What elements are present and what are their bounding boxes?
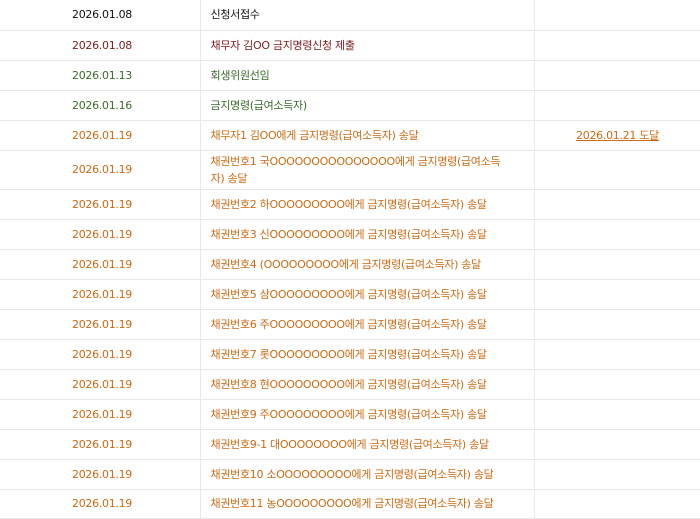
table-row: 2026.01.19 채권번호4 (OOOOOOOOO에게 금지명령(급여소득자)… [0, 249, 700, 280]
row-content: 채권번호6 주OOOOOOOOO에게 금지명령(급여소득자) 송달 [200, 309, 535, 340]
row-result [534, 60, 700, 91]
row-date: 2026.01.19 [0, 150, 201, 190]
row-date: 2026.01.19 [0, 189, 201, 220]
row-date: 2026.01.13 [0, 60, 201, 91]
case-progress-table: 2026.01.08 신청서접수 2026.01.08 채무자 김OO 금지명령신청 … [0, 0, 700, 519]
row-content: 채권번호10 소OOOOOOOOO에게 금지명령(급여소득자) 송달 [200, 459, 535, 490]
row-result [534, 459, 700, 490]
table-row: 2026.01.19 채권번호2 하OOOOOOOOO에게 금지명령(급여소득자)… [0, 189, 700, 220]
row-date: 2026.01.19 [0, 249, 201, 280]
row-result [534, 279, 700, 310]
row-date: 2026.01.19 [0, 369, 201, 400]
row-date: 2026.01.19 [0, 429, 201, 460]
table-row: 2026.01.19 채무자1 김OO에게 금지명령(급여소득자) 송달 2026.… [0, 120, 700, 151]
row-content: 채권번호4 (OOOOOOOOO에게 금지명령(급여소득자) 송달 [200, 249, 535, 280]
delivery-result-link[interactable]: 2026.01.21 도달 [576, 129, 659, 142]
row-result [534, 150, 700, 190]
row-date: 2026.01.19 [0, 309, 201, 340]
row-result [534, 309, 700, 340]
row-content: 채권번호9-1 대OOOOOOOO에게 금지명령(급여소득자) 송달 [200, 429, 535, 460]
row-content: 신청서접수 [200, 0, 535, 31]
row-content: 채권번호9 주OOOOOOOOO에게 금지명령(급여소득자) 송달 [200, 399, 535, 430]
table-row: 2026.01.19 채권번호6 주OOOOOOOOO에게 금지명령(급여소득자)… [0, 309, 700, 340]
row-content: 채권번호2 하OOOOOOOOO에게 금지명령(급여소득자) 송달 [200, 189, 535, 220]
row-content: 채무자1 김OO에게 금지명령(급여소득자) 송달 [200, 120, 535, 151]
row-content: 채권번호1 국OOOOOOOOOOOOOOO에게 금지명령(급여소득자) 송달 [200, 150, 535, 190]
table-row: 2026.01.19 채권번호11 농OOOOOOOOO에게 금지명령(급여소득자… [0, 489, 700, 519]
row-content: 채권번호11 농OOOOOOOOO에게 금지명령(급여소득자) 송달 [200, 489, 535, 519]
row-result [534, 399, 700, 430]
row-result [534, 90, 700, 121]
row-date: 2026.01.19 [0, 279, 201, 310]
row-result [534, 489, 700, 519]
table-row: 2026.01.19 채권번호10 소OOOOOOOOO에게 금지명령(급여소득자… [0, 459, 700, 490]
row-date: 2026.01.19 [0, 399, 201, 430]
row-content: 채권번호5 삼OOOOOOOOO에게 금지명령(급여소득자) 송달 [200, 279, 535, 310]
table-row: 2026.01.08 신청서접수 [0, 0, 700, 31]
row-content: 금지명령(급여소득자) [200, 90, 535, 121]
table-row: 2026.01.08 채무자 김OO 금지명령신청 제출 [0, 30, 700, 61]
row-date: 2026.01.19 [0, 339, 201, 370]
table-row: 2026.01.19 채권번호9 주OOOOOOOOO에게 금지명령(급여소득자)… [0, 399, 700, 430]
row-content: 채권번호3 신OOOOOOOOO에게 금지명령(급여소득자) 송달 [200, 219, 535, 250]
table-row: 2026.01.19 채권번호5 삼OOOOOOOOO에게 금지명령(급여소득자)… [0, 279, 700, 310]
row-date: 2026.01.19 [0, 459, 201, 490]
table-row: 2026.01.19 채권번호3 신OOOOOOOOO에게 금지명령(급여소득자)… [0, 219, 700, 250]
row-result [534, 30, 700, 61]
row-result [534, 369, 700, 400]
row-result [534, 339, 700, 370]
row-content: 채무자 김OO 금지명령신청 제출 [200, 30, 535, 61]
table-row: 2026.01.19 채권번호9-1 대OOOOOOOO에게 금지명령(급여소득자… [0, 429, 700, 460]
row-result [534, 189, 700, 220]
table-row: 2026.01.13 회생위원선임 [0, 60, 700, 91]
row-date: 2026.01.19 [0, 120, 201, 151]
row-result [534, 429, 700, 460]
row-date: 2026.01.08 [0, 0, 201, 31]
table-row: 2026.01.19 채권번호7 롯OOOOOOOOO에게 금지명령(급여소득자)… [0, 339, 700, 370]
row-result [534, 0, 700, 31]
row-result [534, 219, 700, 250]
table-row: 2026.01.16 금지명령(급여소득자) [0, 90, 700, 121]
row-content: 채권번호8 현OOOOOOOOO에게 금지명령(급여소득자) 송달 [200, 369, 535, 400]
row-content: 회생위원선임 [200, 60, 535, 91]
row-result [534, 249, 700, 280]
table-row: 2026.01.19 채권번호8 현OOOOOOOOO에게 금지명령(급여소득자)… [0, 369, 700, 400]
row-date: 2026.01.16 [0, 90, 201, 121]
row-date: 2026.01.19 [0, 219, 201, 250]
table-row: 2026.01.19 채권번호1 국OOOOOOOOOOOOOOO에게 금지명령(… [0, 150, 700, 190]
row-date: 2026.01.19 [0, 489, 201, 519]
row-date: 2026.01.08 [0, 30, 201, 61]
case-progress-body: 2026.01.08 신청서접수 2026.01.08 채무자 김OO 금지명령신청 … [0, 0, 700, 519]
row-result: 2026.01.21 도달 [534, 120, 700, 151]
row-content: 채권번호7 롯OOOOOOOOO에게 금지명령(급여소득자) 송달 [200, 339, 535, 370]
